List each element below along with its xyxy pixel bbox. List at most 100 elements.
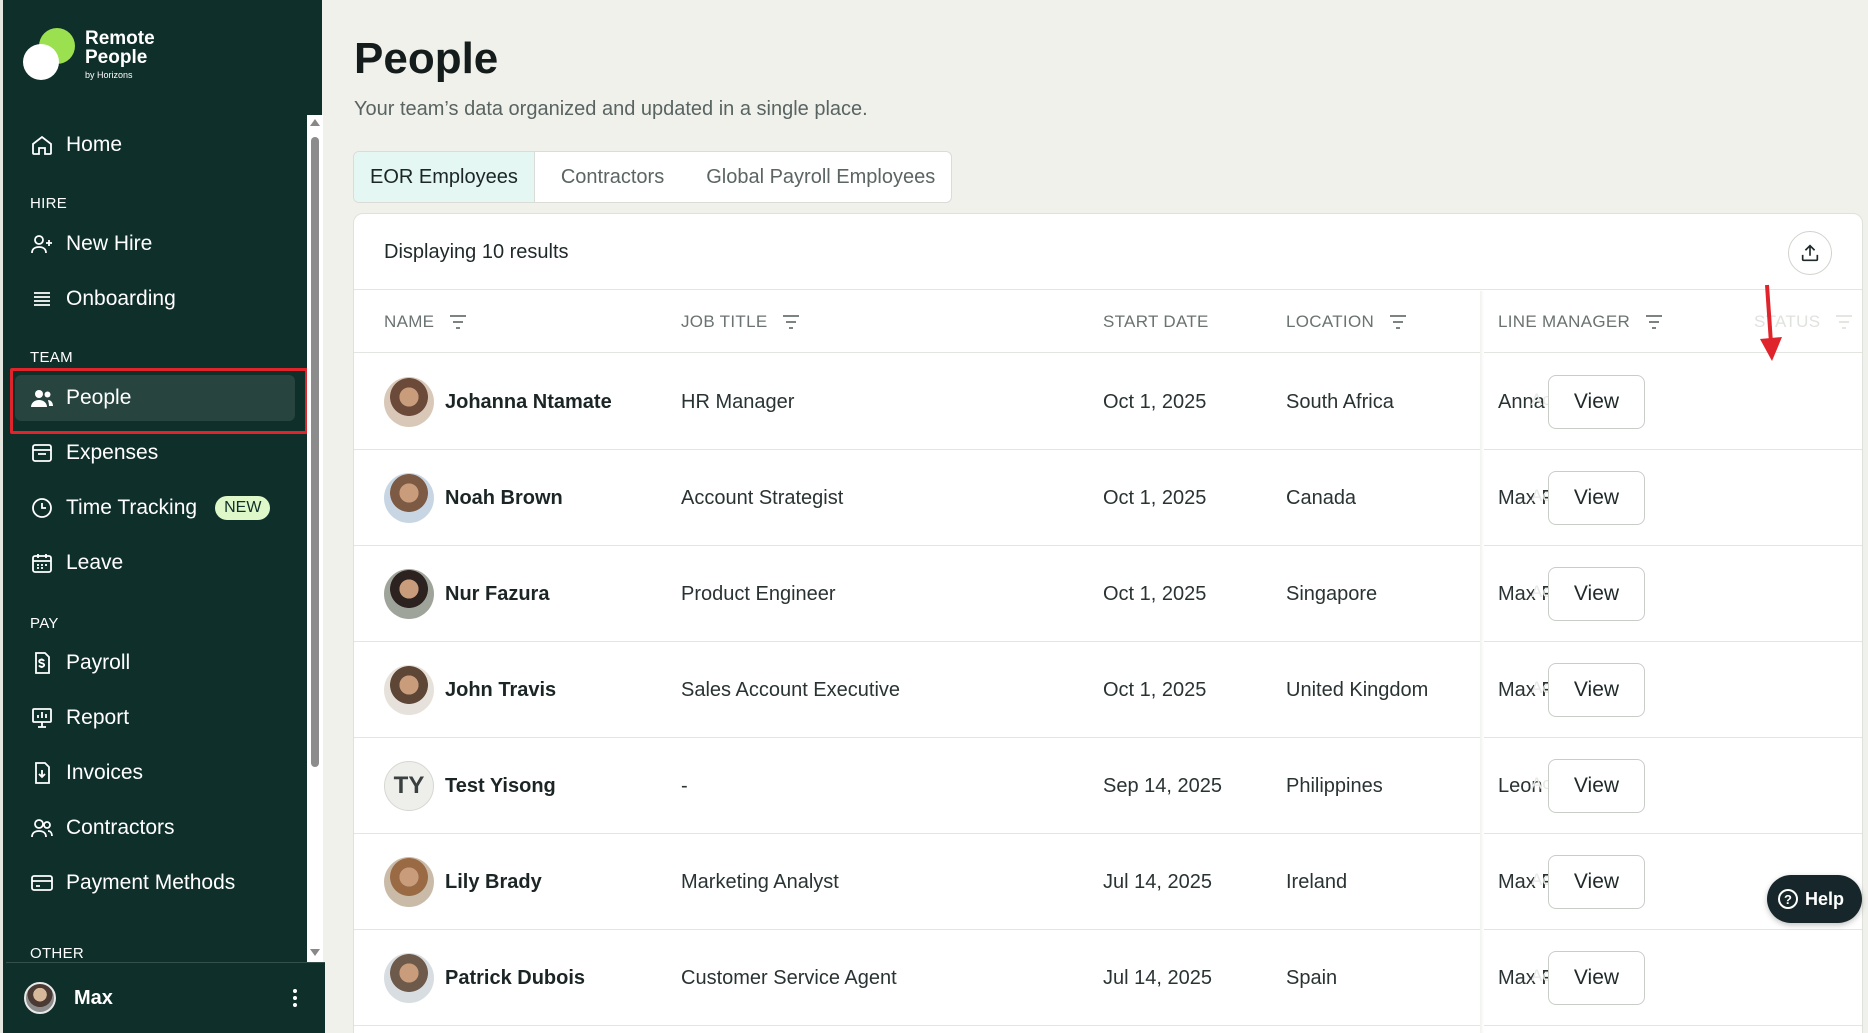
start-date-cell: Jul 14, 2025 bbox=[1103, 966, 1212, 989]
sidebar-item-payment-methods[interactable]: Payment Methods bbox=[15, 860, 295, 906]
employee-name-cell[interactable]: Nur Fazura bbox=[384, 546, 549, 642]
help-button[interactable]: ? Help bbox=[1767, 875, 1862, 923]
invoice-download-icon bbox=[35, 762, 50, 784]
annotation-arrow-icon bbox=[1760, 284, 1782, 361]
employee-name: Test Yisong bbox=[445, 774, 556, 797]
dollar-document-icon bbox=[35, 652, 50, 674]
employee-name: Patrick Dubois bbox=[445, 966, 586, 989]
sidebar-item-new-hire[interactable]: New Hire bbox=[15, 221, 295, 267]
sidebar-scrollbar[interactable] bbox=[307, 115, 323, 962]
scrollbar-thumb[interactable] bbox=[311, 137, 319, 767]
user-name: Max bbox=[74, 986, 113, 1009]
sidebar-item-label: Payroll bbox=[66, 651, 131, 674]
start-date-cell: Sep 14, 2025 bbox=[1103, 774, 1222, 797]
sidebar-item-invoices[interactable]: Invoices bbox=[15, 750, 295, 796]
sidebar-item-label: Report bbox=[66, 706, 130, 729]
scroll-down-arrow-icon[interactable] bbox=[310, 949, 320, 956]
table-row[interactable]: Noah Brown Account Strategist Oct 1, 2025 C… bbox=[354, 450, 1862, 546]
view-button[interactable]: View bbox=[1548, 759, 1645, 813]
start-date-cell: Jul 14, 2025 bbox=[1103, 870, 1212, 893]
tab-global-payroll-employees[interactable]: Global Payroll Employees bbox=[680, 152, 951, 202]
job-title-cell: Sales Account Executive bbox=[681, 678, 901, 701]
credit-card-icon bbox=[31, 875, 53, 891]
start-date-cell: Oct 1, 2025 bbox=[1103, 582, 1207, 605]
section-team: TEAM bbox=[30, 349, 73, 366]
table-toolbar: Displaying 10 results bbox=[354, 214, 1862, 290]
sidebar-item-home[interactable]: Home bbox=[15, 122, 295, 168]
sidebar-item-onboarding[interactable]: Onboarding bbox=[15, 276, 295, 322]
view-button[interactable]: View bbox=[1548, 471, 1645, 525]
view-button[interactable]: View bbox=[1548, 663, 1645, 717]
sidebar-item-report[interactable]: Report bbox=[15, 695, 295, 741]
sidebar-item-expenses[interactable]: Expenses bbox=[15, 430, 295, 476]
new-badge: NEW bbox=[215, 496, 271, 520]
table-row[interactable]: John Travis Sales Account Executive Oct 1,… bbox=[354, 642, 1862, 738]
table-row[interactable]: Lily Brady Marketing Analyst Jul 14, 2025 I… bbox=[354, 834, 1862, 930]
sidebar-item-label: Contractors bbox=[66, 816, 175, 839]
sticky-column-shadow bbox=[1480, 291, 1484, 1033]
page-title: People bbox=[354, 34, 499, 83]
employee-name-cell[interactable]: Noah Brown bbox=[384, 450, 563, 546]
add-user-icon bbox=[31, 235, 52, 254]
column-header-line-manager[interactable]: LINE MANAGER bbox=[1498, 312, 1664, 332]
people-table-card: Displaying 10 results NAME JOB TITLE STA… bbox=[353, 213, 1863, 1033]
sidebar-item-label: New Hire bbox=[66, 232, 153, 255]
location-cell: Ireland bbox=[1286, 870, 1348, 893]
filter-icon[interactable] bbox=[781, 314, 801, 330]
view-button[interactable]: View bbox=[1548, 951, 1645, 1005]
column-header-job-title[interactable]: JOB TITLE bbox=[681, 312, 801, 332]
report-icon bbox=[32, 708, 52, 728]
employee-name-cell[interactable]: TY Test Yisong bbox=[384, 738, 556, 834]
sidebar-item-people[interactable]: People bbox=[15, 375, 295, 421]
table-row[interactable]: TY Test Yisong - Sep 14, 2025 Philippines Leo… bbox=[354, 738, 1862, 834]
location-cell: United Kingdom bbox=[1286, 678, 1429, 701]
table-row[interactable]: Nur Fazura Product Engineer Oct 1, 2025 Sin… bbox=[354, 546, 1862, 642]
filter-icon[interactable] bbox=[448, 314, 468, 330]
employee-name: Nur Fazura bbox=[445, 582, 550, 605]
people-icon bbox=[31, 390, 53, 407]
view-button[interactable]: View bbox=[1548, 375, 1645, 429]
section-pay: PAY bbox=[30, 615, 59, 632]
sidebar-item-contractors[interactable]: Contractors bbox=[15, 805, 295, 851]
employee-name-cell[interactable]: Johanna Ntamate bbox=[384, 354, 612, 450]
location-cell: South Africa bbox=[1286, 390, 1394, 413]
filter-icon[interactable] bbox=[1388, 314, 1408, 330]
tab-contractors[interactable]: Contractors bbox=[535, 152, 680, 202]
column-header-location[interactable]: LOCATION bbox=[1286, 312, 1408, 332]
table-row[interactable]: Patrick Dubois Customer Service Agent Jul … bbox=[354, 930, 1862, 1026]
employee-name-cell[interactable]: John Travis bbox=[384, 642, 556, 738]
sidebar-item-time-tracking[interactable]: Time Tracking NEW bbox=[15, 485, 295, 531]
view-button[interactable]: View bbox=[1548, 567, 1645, 621]
scroll-up-arrow-icon[interactable] bbox=[310, 119, 320, 126]
sidebar-item-payroll[interactable]: Payroll bbox=[15, 640, 295, 686]
user-account-bar[interactable]: Max bbox=[6, 962, 325, 1033]
upload-icon bbox=[1801, 244, 1819, 262]
sidebar: Remote People by Horizons Home HIRE New … bbox=[0, 0, 325, 1033]
employee-name-cell[interactable]: Lily Brady bbox=[384, 834, 542, 930]
sidebar-item-leave[interactable]: Leave bbox=[15, 540, 295, 586]
logo-mark-icon bbox=[23, 28, 79, 80]
sidebar-item-label: Leave bbox=[66, 551, 124, 574]
results-count: Displaying 10 results bbox=[384, 241, 569, 263]
column-header-start-date[interactable]: START DATE bbox=[1103, 312, 1209, 332]
filter-icon[interactable] bbox=[1644, 314, 1664, 330]
view-button[interactable]: View bbox=[1548, 855, 1645, 909]
job-title-cell: Product Engineer bbox=[681, 582, 836, 605]
sidebar-item-label: Invoices bbox=[66, 761, 144, 784]
filter-icon[interactable] bbox=[1834, 314, 1854, 330]
employee-name-cell[interactable]: Patrick Dubois bbox=[384, 930, 585, 1026]
table-row[interactable]: Johanna Ntamate HR Manager Oct 1, 2025 Sout… bbox=[354, 354, 1862, 450]
tab-eor-employees[interactable]: EOR Employees bbox=[354, 152, 535, 202]
brand-logo[interactable]: Remote People by Horizons bbox=[23, 28, 155, 80]
sidebar-item-label: Time Tracking bbox=[66, 496, 198, 519]
column-header-name[interactable]: NAME bbox=[384, 312, 468, 332]
page-subtitle: Your team’s data organized and updated i… bbox=[354, 98, 868, 120]
more-options-icon[interactable] bbox=[293, 989, 297, 1007]
avatar bbox=[384, 569, 434, 619]
export-button[interactable] bbox=[1788, 231, 1832, 275]
sidebar-item-label: Home bbox=[66, 133, 123, 156]
section-hire: HIRE bbox=[30, 195, 68, 212]
avatar bbox=[384, 857, 434, 907]
employee-name: John Travis bbox=[445, 678, 557, 701]
inbox-icon bbox=[32, 444, 52, 462]
